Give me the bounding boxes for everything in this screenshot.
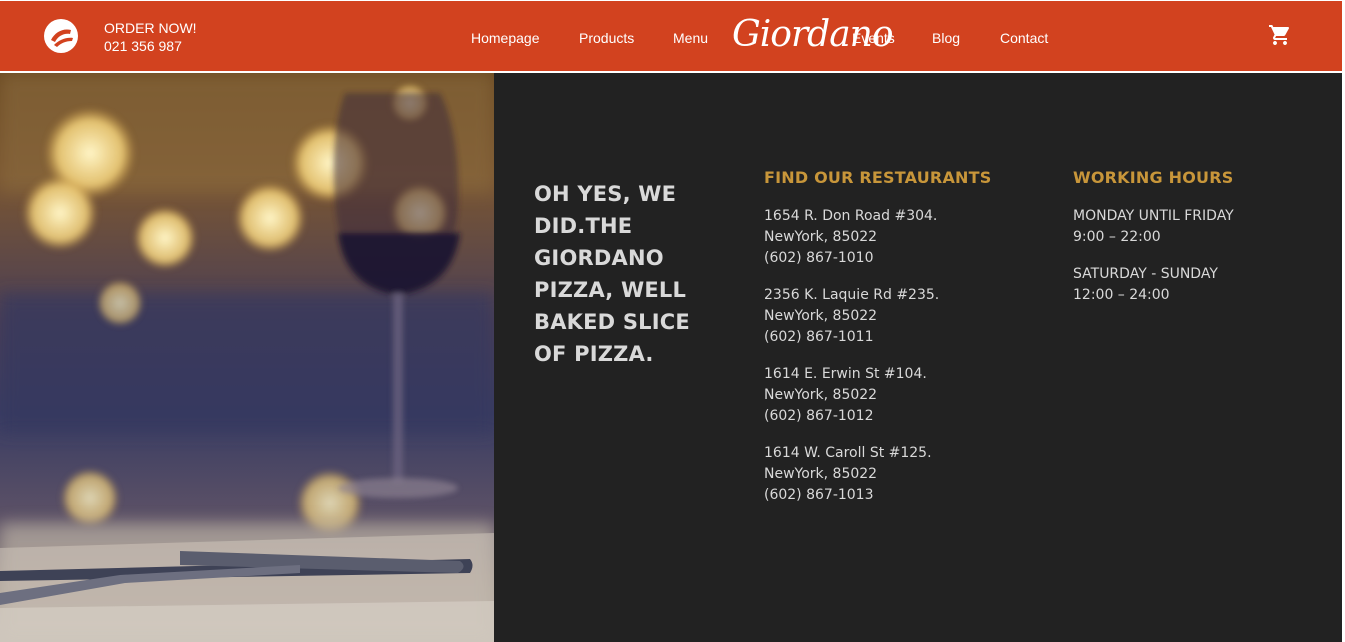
address-street: 2356 K. Laquie Rd #235. [764,287,940,303]
shopping-cart-icon[interactable] [1268,23,1292,47]
blurred-table-image [0,73,494,642]
restaurant-address: 2356 K. Laquie Rd #235. NewYork, 85022 (… [764,285,939,348]
order-phone[interactable]: 021 356 987 [104,37,197,55]
order-now-label: ORDER NOW! [104,20,197,36]
nav-events[interactable]: Events [852,30,895,46]
hours-time: 12:00 – 24:00 [1073,287,1170,303]
address-city: NewYork, 85022 [764,308,878,324]
restaurant-photo [0,73,494,642]
address-phone[interactable]: (602) 867-1013 [764,485,932,506]
address-city: NewYork, 85022 [764,466,878,482]
tagline: OH YES, WE DID.THE GIORDANO PIZZA, WELL … [534,182,690,366]
address-phone[interactable]: (602) 867-1011 [764,327,939,348]
address-phone[interactable]: (602) 867-1012 [764,406,927,427]
pizza-badge-icon[interactable] [43,18,79,54]
nav-contact[interactable]: Contact [1000,30,1048,46]
order-now-block[interactable]: ORDER NOW! 021 356 987 [104,19,197,55]
nav-homepage[interactable]: Homepage [471,30,540,46]
nav-products[interactable]: Products [579,30,634,46]
info-panel: OH YES, WE DID.THE GIORDANO PIZZA, WELL … [494,73,1342,642]
hours-days: MONDAY UNTIL FRIDAY [1073,208,1234,224]
nav-blog[interactable]: Blog [932,30,960,46]
hours-time: 9:00 – 22:00 [1073,229,1161,245]
restaurants-title: FIND OUR RESTAURANTS [764,168,992,187]
hours-entry: MONDAY UNTIL FRIDAY 9:00 – 22:00 [1073,206,1234,248]
address-city: NewYork, 85022 [764,229,878,245]
address-street: 1614 E. Erwin St #104. [764,366,927,382]
hours-entry: SATURDAY - SUNDAY 12:00 – 24:00 [1073,264,1218,306]
restaurant-address: 1614 E. Erwin St #104. NewYork, 85022 (6… [764,364,927,427]
hours-title: WORKING HOURS [1073,168,1234,187]
restaurant-address: 1654 R. Don Road #304. NewYork, 85022 (6… [764,206,937,269]
address-city: NewYork, 85022 [764,387,878,403]
nav-menu[interactable]: Menu [673,30,708,46]
restaurant-address: 1614 W. Caroll St #125. NewYork, 85022 (… [764,443,932,506]
site-header: ORDER NOW! 021 356 987 Homepage Products… [0,1,1342,71]
address-street: 1654 R. Don Road #304. [764,208,938,224]
address-phone[interactable]: (602) 867-1010 [764,248,937,269]
hours-days: SATURDAY - SUNDAY [1073,266,1218,282]
address-street: 1614 W. Caroll St #125. [764,445,932,461]
